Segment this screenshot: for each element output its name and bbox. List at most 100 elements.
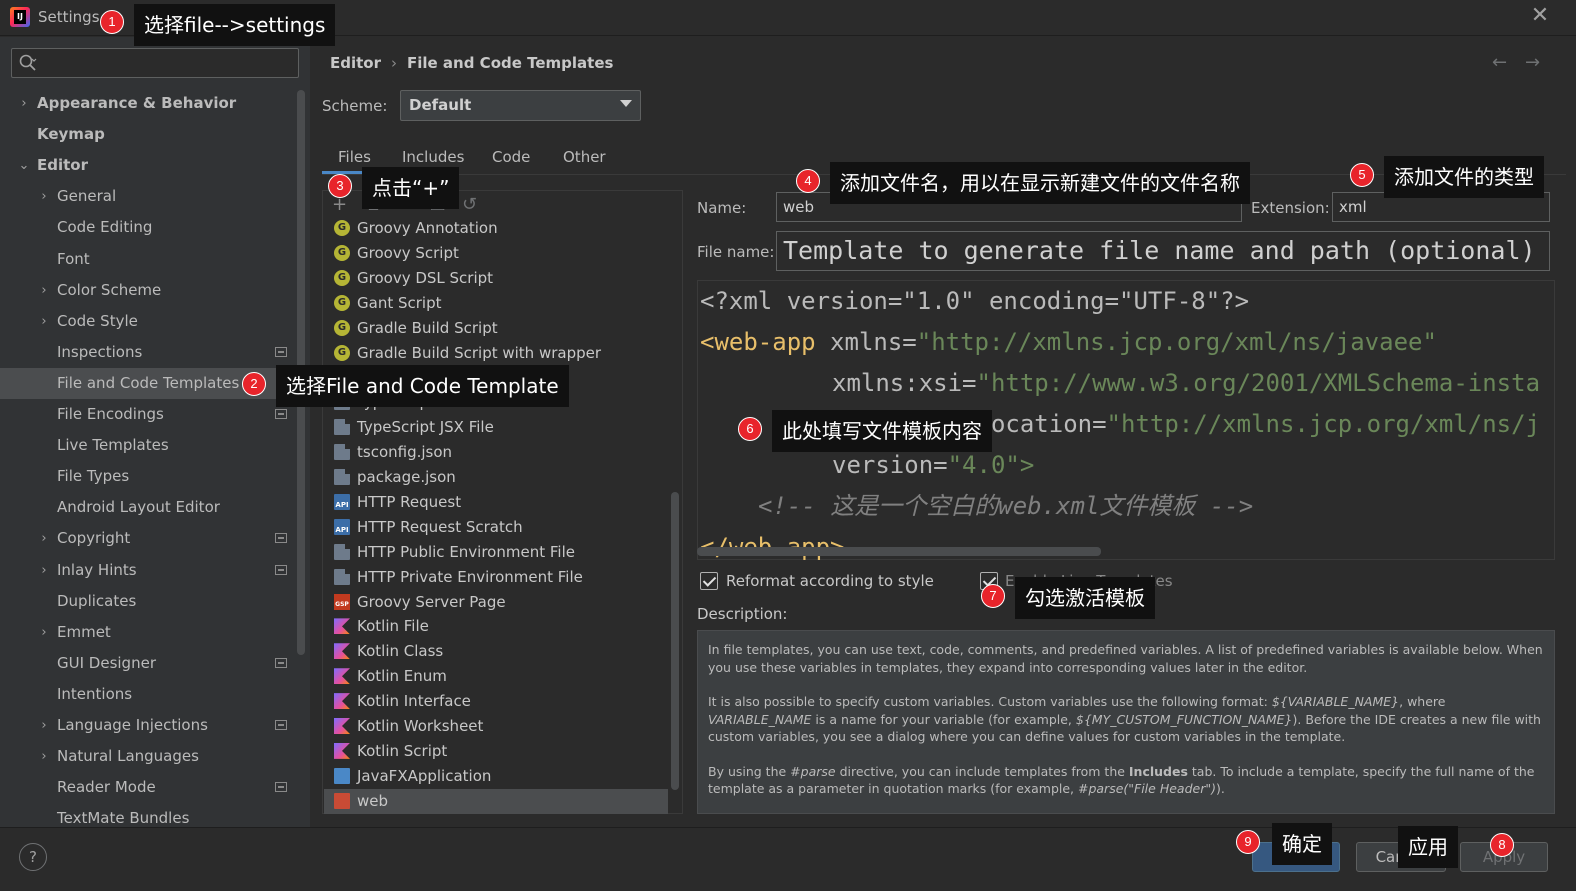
sidebar-item-live-templates[interactable]: Live Templates <box>0 430 296 461</box>
editor-horizontal-scrollbar[interactable] <box>697 547 1101 556</box>
api-file-icon: API <box>334 518 350 535</box>
sidebar-item-file-types[interactable]: File Types <box>0 461 296 492</box>
chevron-right-icon[interactable]: › <box>17 88 31 119</box>
template-list-item[interactable]: Kotlin Worksheet <box>324 714 668 739</box>
file-file-icon <box>334 568 350 585</box>
tab-code[interactable]: Code <box>492 146 530 174</box>
add-template-icon[interactable]: + <box>332 196 347 214</box>
template-list-item[interactable]: Kotlin File <box>324 614 668 639</box>
chevron-right-icon[interactable]: › <box>37 181 51 212</box>
sidebar-item-gui-designer[interactable]: GUI Designer <box>0 648 296 679</box>
template-list-item[interactable]: G Gant Script <box>324 291 668 316</box>
sidebar-item-android-layout-editor[interactable]: Android Layout Editor <box>0 492 296 523</box>
annotation-badge-2: 2 <box>242 372 266 396</box>
template-name: Groovy Server Page <box>357 592 506 611</box>
sidebar-item-emmet[interactable]: › Emmet <box>0 617 296 648</box>
sidebar-item-reader-mode[interactable]: Reader Mode <box>0 772 296 803</box>
chevron-right-icon[interactable]: › <box>37 741 51 772</box>
template-name: Kotlin Enum <box>357 667 447 686</box>
template-list-item[interactable]: G Gradle Build Script with wrapper <box>324 341 668 366</box>
template-list-item[interactable]: Kotlin Interface <box>324 689 668 714</box>
template-list-item[interactable]: package.json <box>324 465 668 490</box>
template-list-item[interactable]: tsconfig.json <box>324 440 668 465</box>
chevron-down-icon[interactable]: ⌄ <box>17 150 31 181</box>
breadcrumb: Editor › File and Code Templates <box>330 54 613 72</box>
kotlin-file-icon <box>334 668 350 685</box>
sidebar-item-duplicates[interactable]: Duplicates <box>0 586 296 617</box>
filename-field[interactable]: Template to generate file name and path … <box>776 231 1550 271</box>
close-icon[interactable]: ✕ <box>1528 4 1552 28</box>
groovy-file-icon: G <box>334 220 350 236</box>
breadcrumb-editor[interactable]: Editor <box>330 54 381 72</box>
sidebar-item-textmate-bundles[interactable]: TextMate Bundles <box>0 803 296 834</box>
sidebar-item-label: File Encodings <box>57 405 164 423</box>
sidebar-item-label: Copyright <box>57 529 131 548</box>
sidebar-item-inspections[interactable]: Inspections <box>0 337 296 368</box>
window-title: Settings <box>38 8 100 26</box>
annotation-badge-9: 9 <box>1236 830 1260 854</box>
template-list-item[interactable]: web <box>324 788 668 814</box>
back-arrow-icon[interactable]: ← <box>1492 52 1507 73</box>
template-list-item[interactable]: Kotlin Enum <box>324 664 668 689</box>
project-level-icon <box>275 564 287 575</box>
sidebar-item-intentions[interactable]: Intentions <box>0 679 296 710</box>
chevron-right-icon[interactable]: › <box>37 306 51 337</box>
list-scrollbar[interactable] <box>671 492 679 790</box>
gsp-file-icon: GSP <box>334 593 350 610</box>
chevron-right-icon[interactable]: › <box>37 555 51 586</box>
sidebar-item-appearance-behavior[interactable]: › Appearance & Behavior <box>0 88 296 119</box>
template-list-item[interactable]: G Groovy DSL Script <box>324 266 668 291</box>
sidebar-item-label: Emmet <box>57 622 111 641</box>
template-list-item[interactable]: G Gradle Build Script <box>324 316 668 341</box>
file-file-icon <box>334 543 350 560</box>
sidebar-item-keymap[interactable]: Keymap <box>0 119 296 150</box>
reformat-checkbox[interactable] <box>700 572 718 590</box>
template-list-item[interactable]: HTTP Public Environment File <box>324 540 668 565</box>
chevron-right-icon[interactable]: › <box>37 710 51 741</box>
template-list-item[interactable]: HTTP Private Environment File <box>324 565 668 590</box>
template-list-item[interactable]: G Groovy Script <box>324 241 668 266</box>
template-name: Groovy DSL Script <box>357 268 494 287</box>
sidebar-item-natural-languages[interactable]: › Natural Languages <box>0 741 296 772</box>
sidebar-item-language-injections[interactable]: › Language Injections <box>0 710 296 741</box>
scheme-label: Scheme: <box>322 97 388 115</box>
search-icon <box>18 53 38 73</box>
extension-label: Extension: <box>1251 199 1330 217</box>
template-list-item[interactable]: TypeScript JSX File <box>324 415 668 440</box>
sidebar-item-label: Language Injections <box>57 716 208 734</box>
tab-other[interactable]: Other <box>563 146 606 174</box>
chevron-right-icon[interactable]: › <box>37 523 51 554</box>
template-list-item[interactable]: API HTTP Request Scratch <box>324 515 668 540</box>
search-input[interactable] <box>11 48 299 78</box>
sidebar-item-code-editing[interactable]: Code Editing <box>0 212 296 243</box>
template-list-item[interactable]: Kotlin Script <box>324 739 668 764</box>
forward-arrow-icon[interactable]: → <box>1525 52 1540 73</box>
chevron-right-icon[interactable]: › <box>37 617 51 648</box>
sidebar-item-general[interactable]: › General <box>0 181 296 212</box>
java-file-icon <box>334 767 350 784</box>
sidebar-item-copyright[interactable]: › Copyright <box>0 523 296 554</box>
template-list-item[interactable]: GSP Groovy Server Page <box>324 590 668 615</box>
template-list-item[interactable]: Kotlin Class <box>324 639 668 664</box>
sidebar-item-inlay-hints[interactable]: › Inlay Hints <box>0 555 296 586</box>
sidebar-item-file-encodings[interactable]: File Encodings <box>0 399 296 430</box>
annotation-note-9: 确定 <box>1272 823 1332 865</box>
sidebar-item-label: Editor <box>37 156 88 175</box>
sidebar-item-font[interactable]: Font <box>0 244 296 275</box>
project-level-icon <box>275 782 287 793</box>
reset-template-icon[interactable]: ↺ <box>462 196 477 214</box>
groovy-file-icon: G <box>334 319 350 336</box>
kotlin-file-icon <box>334 618 350 635</box>
template-name: HTTP Request <box>357 492 462 511</box>
chevron-right-icon[interactable]: › <box>37 275 51 306</box>
template-list-item[interactable]: G Groovy Annotation <box>324 216 668 241</box>
template-name: Kotlin Class <box>357 642 444 661</box>
help-button[interactable]: ? <box>19 843 47 871</box>
template-list-item[interactable]: JavaFXApplication <box>324 764 668 789</box>
sidebar-item-editor[interactable]: ⌄ Editor <box>0 150 296 181</box>
description-label: Description: <box>697 605 788 623</box>
sidebar-item-code-style[interactable]: › Code Style <box>0 306 296 337</box>
sidebar-item-color-scheme[interactable]: › Color Scheme <box>0 275 296 306</box>
template-list-item[interactable]: API HTTP Request <box>324 490 668 515</box>
project-level-icon <box>275 346 287 357</box>
